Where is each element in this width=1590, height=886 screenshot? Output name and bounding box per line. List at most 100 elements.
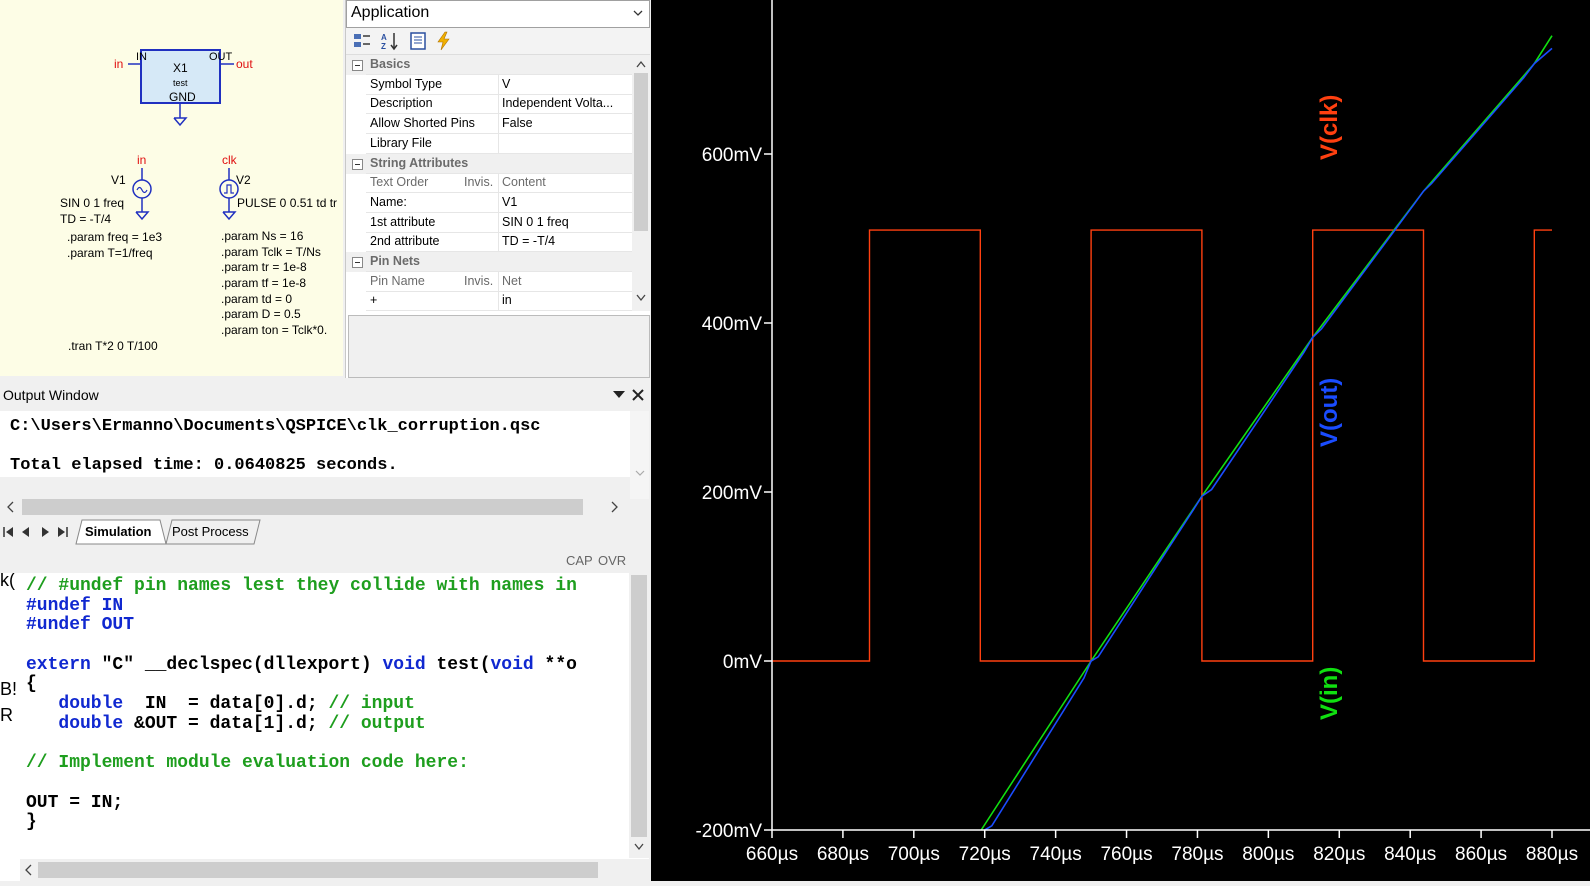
v2-net-label[interactable]: clk [222,153,237,167]
param-line: .param D = 0.5 [221,307,301,322]
v1-value-line2[interactable]: TD = -T/4 [60,212,111,226]
dropdown-arrow-icon[interactable] [613,391,625,399]
properties-category-dropdown[interactable]: Application [346,0,650,28]
property-row[interactable]: 2nd attribute TD = -T/4 [346,232,632,253]
code-token: &OUT = data[1].d; [123,713,329,734]
property-grid-scrollbar[interactable] [632,55,650,311]
param-line: .param td = 0 [221,291,293,306]
v1-net-label[interactable]: in [137,153,146,167]
output-horizontal-scrollbar[interactable] [0,497,630,517]
collapse-icon[interactable] [352,158,363,170]
code-line: } [26,812,577,833]
waveform-viewer[interactable]: 600mV 400mV 200mV 0mV -200mV 660µs 680µs 700µs 7… [651,0,1590,881]
code-editor[interactable]: k( B! R // #undef pin names lest they co… [0,573,649,881]
property-row[interactable]: Pin Name Invis. Net [346,271,632,292]
property-pages-icon[interactable] [408,31,428,51]
code-token: // #undef pin names lest they collide wi… [26,576,577,596]
property-row[interactable]: Library File [346,133,632,154]
x-tick-label: 700µs [888,844,940,865]
code-text[interactable]: // #undef pin names lest they collide wi… [26,576,577,833]
code-token: // input [328,694,415,715]
property-value[interactable]: in [502,293,512,307]
collapse-icon[interactable] [352,257,363,268]
property-value[interactable]: TD = -T/4 [502,234,555,248]
series-line-vout[interactable] [984,47,1553,831]
code-token: test( [425,654,491,675]
series-line-vclk[interactable] [772,229,1552,662]
net-label-out[interactable]: out [236,57,253,71]
property-category[interactable]: Pin Nets [346,252,632,272]
y-tick-label: 0mV [723,652,762,673]
output-text-area[interactable]: C:\Users\Ermanno\Documents\QSPICE\clk_co… [0,411,630,477]
output-line: Total elapsed time: 0.0640825 seconds. [10,456,398,475]
property-value[interactable]: V [502,77,510,91]
close-icon[interactable] [632,389,644,401]
property-row[interactable]: Description Independent Volta... [346,94,632,115]
v2-value-line1[interactable]: PULSE 0 0.51 td tr [237,196,337,210]
param-block-left[interactable]: .param freq = 1e3 .param T=1/freq [67,230,162,260]
schematic-canvas[interactable]: IN OUT X1 test GND in out in V1 SIN 0 1 … [0,0,343,376]
trace-label-in[interactable]: V(in) [1316,667,1343,720]
events-lightning-icon[interactable] [434,31,454,51]
collapse-icon[interactable] [352,60,363,71]
code-vertical-scrollbar[interactable] [629,573,649,858]
property-value[interactable]: V1 [502,195,517,209]
tab-post-process[interactable]: Post Process [172,524,249,539]
gutter-fragment: R [0,705,13,725]
property-row[interactable]: Symbol Type V [346,74,632,95]
property-name: Basics [370,57,411,71]
param-line: .param ton = Tclk*0. [221,323,328,338]
status-ovr: OVR [598,553,627,568]
grid-divider [498,173,499,194]
svg-text:A: A [381,33,387,42]
x-tick-label: 840µs [1384,844,1436,865]
code-token: double [58,713,124,734]
v1-value-line1[interactable]: SIN 0 1 freq [60,196,124,210]
trace-label-clk[interactable]: V(clk) [1316,95,1343,160]
property-row[interactable]: Name: V1 [346,192,632,213]
code-token: #undef IN [26,595,124,616]
property-value[interactable]: Independent Volta... [502,96,613,110]
property-row[interactable]: Text Order Invis. Content [346,173,632,194]
series-line-vin[interactable] [980,35,1553,831]
property-row[interactable]: + in [346,291,632,311]
grid-divider [498,232,499,253]
property-category[interactable]: Basics [346,55,632,75]
property-category[interactable]: String Attributes [346,153,632,174]
tab-simulation[interactable]: Simulation [85,524,151,539]
code-line: double IN = data[0].d; // input [26,694,577,715]
property-row[interactable]: 1st attribute SIN 0 1 freq [346,212,632,233]
code-token: OUT = IN; [26,792,124,813]
param-line: .param freq = 1e3 [67,230,163,244]
subckt-model: test [173,78,188,88]
x-tick-label: 740µs [1030,844,1082,865]
tran-directive[interactable]: .tran T*2 0 T/100 [68,339,158,353]
code-horizontal-scrollbar[interactable] [20,859,649,881]
property-row[interactable]: Allow Shorted Pins False [346,114,632,135]
first-tab-icon[interactable] [3,527,15,537]
output-vertical-scrollbar[interactable] [630,411,649,499]
code-line: extern "C" __declspec(dllexport) void te… [26,654,577,676]
param-block-right[interactable]: .param Ns = 16 .param Tclk = T/Ns .param… [221,229,327,337]
property-value[interactable]: False [502,116,533,130]
code-line: double &OUT = data[1].d; // output [26,713,577,735]
y-tick-label: 600mV [702,145,763,166]
last-tab-icon[interactable] [57,527,69,537]
x-tick-label: 660µs [746,844,798,865]
sort-az-icon[interactable]: AZ [380,31,400,51]
net-label-in[interactable]: in [114,57,123,71]
output-window-titlebar[interactable]: Output Window [0,381,649,409]
prev-tab-icon[interactable] [21,527,31,537]
code-line: #undef IN [26,595,577,617]
property-value[interactable]: SIN 0 1 freq [502,215,569,229]
param-line: .param Tclk = T/Ns [221,244,321,259]
categorized-view-icon[interactable] [352,31,372,51]
next-tab-icon[interactable] [40,527,50,537]
x-tick-label: 800µs [1242,844,1294,865]
code-token: void [382,654,426,675]
waveform-chart[interactable]: 600mV 400mV 200mV 0mV -200mV660µs 680µs 700µs 7… [651,0,1590,881]
trace-label-out[interactable]: V(out) [1316,378,1343,447]
y-tick-label: 400mV [702,314,763,335]
grid-divider [498,114,499,135]
